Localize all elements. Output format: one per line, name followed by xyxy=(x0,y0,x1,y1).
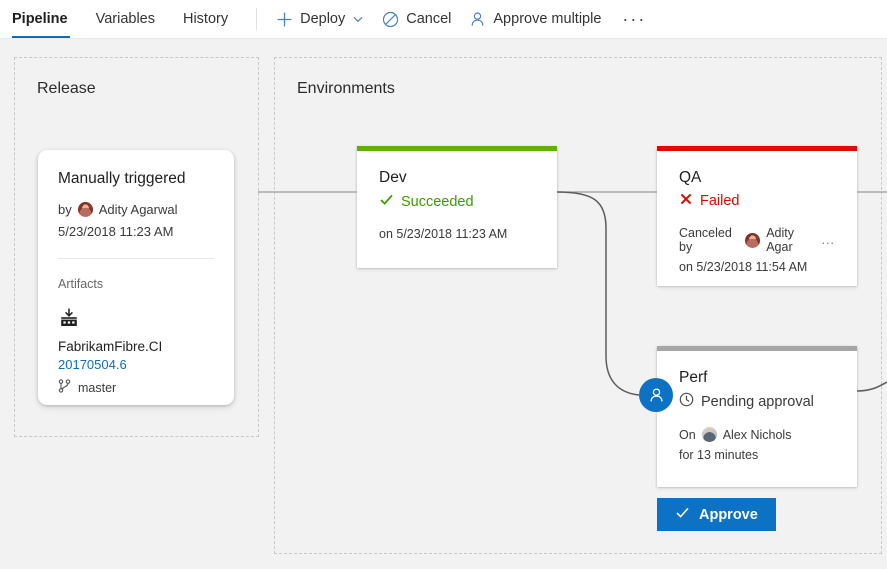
release-user-name: Adity Agarwal xyxy=(99,202,178,217)
branch-name: master xyxy=(78,381,116,395)
status-badge: Succeeded xyxy=(379,192,535,211)
environment-meta: On Alex Nichols xyxy=(679,427,835,442)
tab-pipeline-label: Pipeline xyxy=(12,11,68,27)
person-badge-icon[interactable] xyxy=(639,378,673,412)
status-badge: Pending approval xyxy=(679,392,835,411)
truncation-ellipsis: ... xyxy=(822,233,835,247)
person-icon xyxy=(469,11,486,28)
environment-meta: Canceled by Adity Agar ... xyxy=(679,226,835,254)
environment-card-body: QA Failed Canceled by Adity Agar ... on … xyxy=(657,151,857,274)
artifact-name: FabrikamFibre.CI xyxy=(58,339,214,354)
approve-button-label: Approve xyxy=(699,507,758,523)
environment-meta-suffix: on 5/23/2018 11:54 AM xyxy=(679,260,835,274)
toolbar-divider xyxy=(256,8,257,30)
x-icon xyxy=(679,192,693,210)
environments-panel-title: Environments xyxy=(297,80,395,98)
clock-icon xyxy=(679,392,694,411)
environment-meta: on 5/23/2018 11:23 AM xyxy=(379,227,535,241)
plus-icon xyxy=(276,11,293,28)
environment-name: Dev xyxy=(379,169,535,187)
environment-name: QA xyxy=(679,169,835,187)
deploy-button[interactable]: Deploy xyxy=(267,0,373,38)
environment-card-perf[interactable]: Perf Pending approval On Alex Nichols fo… xyxy=(657,346,857,487)
release-card[interactable]: Manually triggered by Adity Agarwal 5/23… xyxy=(38,150,234,405)
release-triggered-by: by Adity Agarwal xyxy=(58,202,214,217)
release-timestamp: 5/23/2018 11:23 AM xyxy=(58,224,214,239)
artifact-version-link[interactable]: 20170504.6 xyxy=(58,357,214,372)
status-label: Failed xyxy=(700,193,740,209)
release-card-header: Manually triggered by Adity Agarwal 5/23… xyxy=(38,150,234,259)
tab-variables-label: Variables xyxy=(96,11,155,27)
deploy-label: Deploy xyxy=(300,11,345,27)
approve-multiple-button[interactable]: Approve multiple xyxy=(460,0,610,38)
tab-history[interactable]: History xyxy=(169,0,242,38)
more-options-icon[interactable]: ··· xyxy=(610,0,658,38)
environment-card-body: Dev Succeeded on 5/23/2018 11:23 AM xyxy=(357,151,557,241)
check-icon xyxy=(379,192,394,211)
tab-pipeline[interactable]: Pipeline xyxy=(0,0,82,38)
tab-variables[interactable]: Variables xyxy=(82,0,169,38)
approve-button[interactable]: Approve xyxy=(657,498,776,531)
status-label: Pending approval xyxy=(701,394,814,410)
avatar xyxy=(745,233,760,248)
cancel-button[interactable]: Cancel xyxy=(373,0,460,38)
environment-card-body: Perf Pending approval On Alex Nichols fo… xyxy=(657,351,857,462)
environment-meta-prefix: Canceled by xyxy=(679,226,739,254)
branch-icon xyxy=(58,379,71,396)
environment-meta-prefix: on 5/23/2018 11:23 AM xyxy=(379,227,507,241)
environment-meta-prefix: On xyxy=(679,428,696,442)
environment-name: Perf xyxy=(679,369,835,387)
approve-multiple-label: Approve multiple xyxy=(493,11,601,27)
artifact-branch: master xyxy=(58,379,214,396)
environment-card-qa[interactable]: QA Failed Canceled by Adity Agar ... on … xyxy=(657,146,857,286)
artifacts-label: Artifacts xyxy=(58,277,214,291)
cancel-icon xyxy=(382,11,399,28)
release-artifacts-section: Artifacts FabrikamFibre.CI 20170504.6 xyxy=(38,259,234,396)
environment-meta-user: Adity Agar xyxy=(766,226,815,254)
tab-history-label: History xyxy=(183,11,228,27)
avatar xyxy=(78,202,93,217)
environment-meta-user: Alex Nichols xyxy=(723,428,792,442)
chevron-down-icon xyxy=(352,13,364,25)
release-pipeline-screen: Pipeline Variables History Deploy xyxy=(0,0,887,569)
by-label: by xyxy=(58,202,72,217)
build-artifact-icon xyxy=(58,307,214,334)
environment-meta-suffix: for 13 minutes xyxy=(679,448,835,462)
toolbar: Pipeline Variables History Deploy xyxy=(0,0,887,39)
cancel-label: Cancel xyxy=(406,11,451,27)
avatar xyxy=(702,427,717,442)
status-badge: Failed xyxy=(679,192,835,210)
release-trigger-title: Manually triggered xyxy=(58,170,214,188)
release-panel-title: Release xyxy=(37,80,96,98)
check-icon xyxy=(675,505,690,524)
status-label: Succeeded xyxy=(401,194,474,210)
environment-card-dev[interactable]: Dev Succeeded on 5/23/2018 11:23 AM xyxy=(357,146,557,268)
